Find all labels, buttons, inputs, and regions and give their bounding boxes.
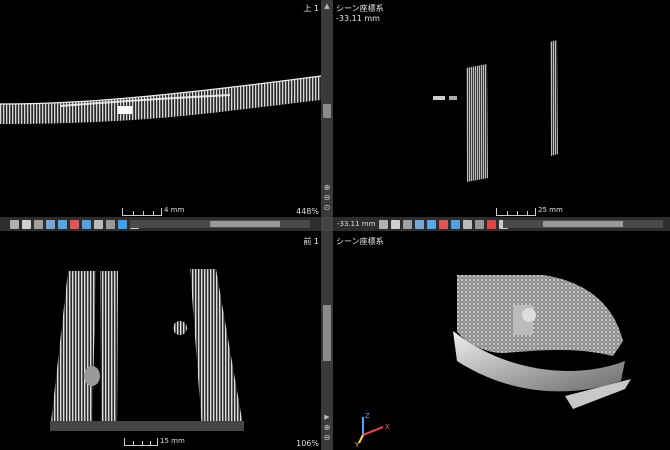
scale-label: 25 mm [538,206,563,214]
light-icon[interactable] [70,219,79,229]
light-icon[interactable] [439,219,449,229]
measure-icon[interactable] [46,219,55,229]
scroll-thumb[interactable] [543,221,623,227]
palette-icon[interactable] [463,219,473,229]
view-label: シーン座標系 [336,237,384,246]
scroll-thumb[interactable] [323,305,331,361]
axis-gizmo: X Y Z [354,412,390,449]
measure-icon[interactable] [415,219,425,229]
rotate-icon[interactable] [22,219,31,229]
viewport-scene-top[interactable]: シーン座標系 -33.11 mm 25 mm [333,0,670,217]
zoom-out-icon[interactable]: ⊖ [322,433,332,443]
zoom-fit-icon[interactable]: ⊙ [322,203,332,213]
zoom-in-icon[interactable]: ⊕ [322,423,332,433]
scale-bar [496,208,536,216]
zoom-level: 448% [296,207,319,216]
toolbar-left [0,217,321,231]
zoom-out-icon[interactable]: ⊖ [322,193,332,203]
pan-icon[interactable] [403,219,413,229]
zoom-level: 106% [296,439,319,448]
scroll-up-icon[interactable]: ▲ [322,2,332,10]
scale-label: 4 mm [164,206,185,214]
scale-bar [124,438,158,446]
scroll-right-icon[interactable]: ▶ [322,413,332,421]
axis-x-label: X [385,423,390,431]
arrow-icon[interactable] [475,219,485,229]
horizontal-scrollbar[interactable] [130,220,310,228]
hand-icon[interactable] [10,219,19,229]
scroll-thumb[interactable] [210,221,280,227]
vertical-scrollbar[interactable]: ▶ ⊕ ⊖ [321,231,333,450]
front-view-image [50,269,244,431]
hand-icon[interactable] [379,219,389,229]
axis-icon[interactable] [58,219,67,229]
scroll-thumb[interactable] [323,104,331,118]
arrow-icon[interactable] [106,219,115,229]
scale-label: 15 mm [160,437,185,445]
settings-icon[interactable] [487,219,497,229]
view-label: 上 1 [303,4,319,13]
palette-icon[interactable] [94,219,103,229]
offset-label: -33.11 mm [336,14,380,23]
zoom-in-icon[interactable]: ⊕ [322,183,332,193]
axis-y-label: Y [354,441,360,449]
offset-label: -33.11 mm [337,220,376,228]
top-view-image [0,75,321,124]
pan-icon[interactable] [34,219,43,229]
corner-arrow-icon[interactable] [321,217,333,231]
grid-icon[interactable] [82,219,91,229]
settings-icon[interactable] [118,219,127,229]
vertical-scrollbar[interactable]: ▲ ⊕ ⊖ ⊙ [321,0,333,217]
view-label: シーン座標系 [336,4,384,13]
scale-bar [122,208,162,216]
axis-z-label: Z [365,412,370,420]
viewport-front[interactable]: 前 1 15 mm 106% [0,231,321,450]
grid-icon[interactable] [451,219,461,229]
viewport-scene-3d[interactable]: シーン座標系 X Y Z [333,231,670,450]
horizontal-scrollbar[interactable] [503,220,663,228]
rotate-icon[interactable] [391,219,401,229]
viewport-top[interactable]: 上 1 4 mm 448% [0,0,321,217]
scene-top-image [433,40,558,182]
axis-icon[interactable] [427,219,437,229]
toolbar-right: -33.11 mm [333,217,670,231]
view-label: 前 1 [303,237,319,246]
